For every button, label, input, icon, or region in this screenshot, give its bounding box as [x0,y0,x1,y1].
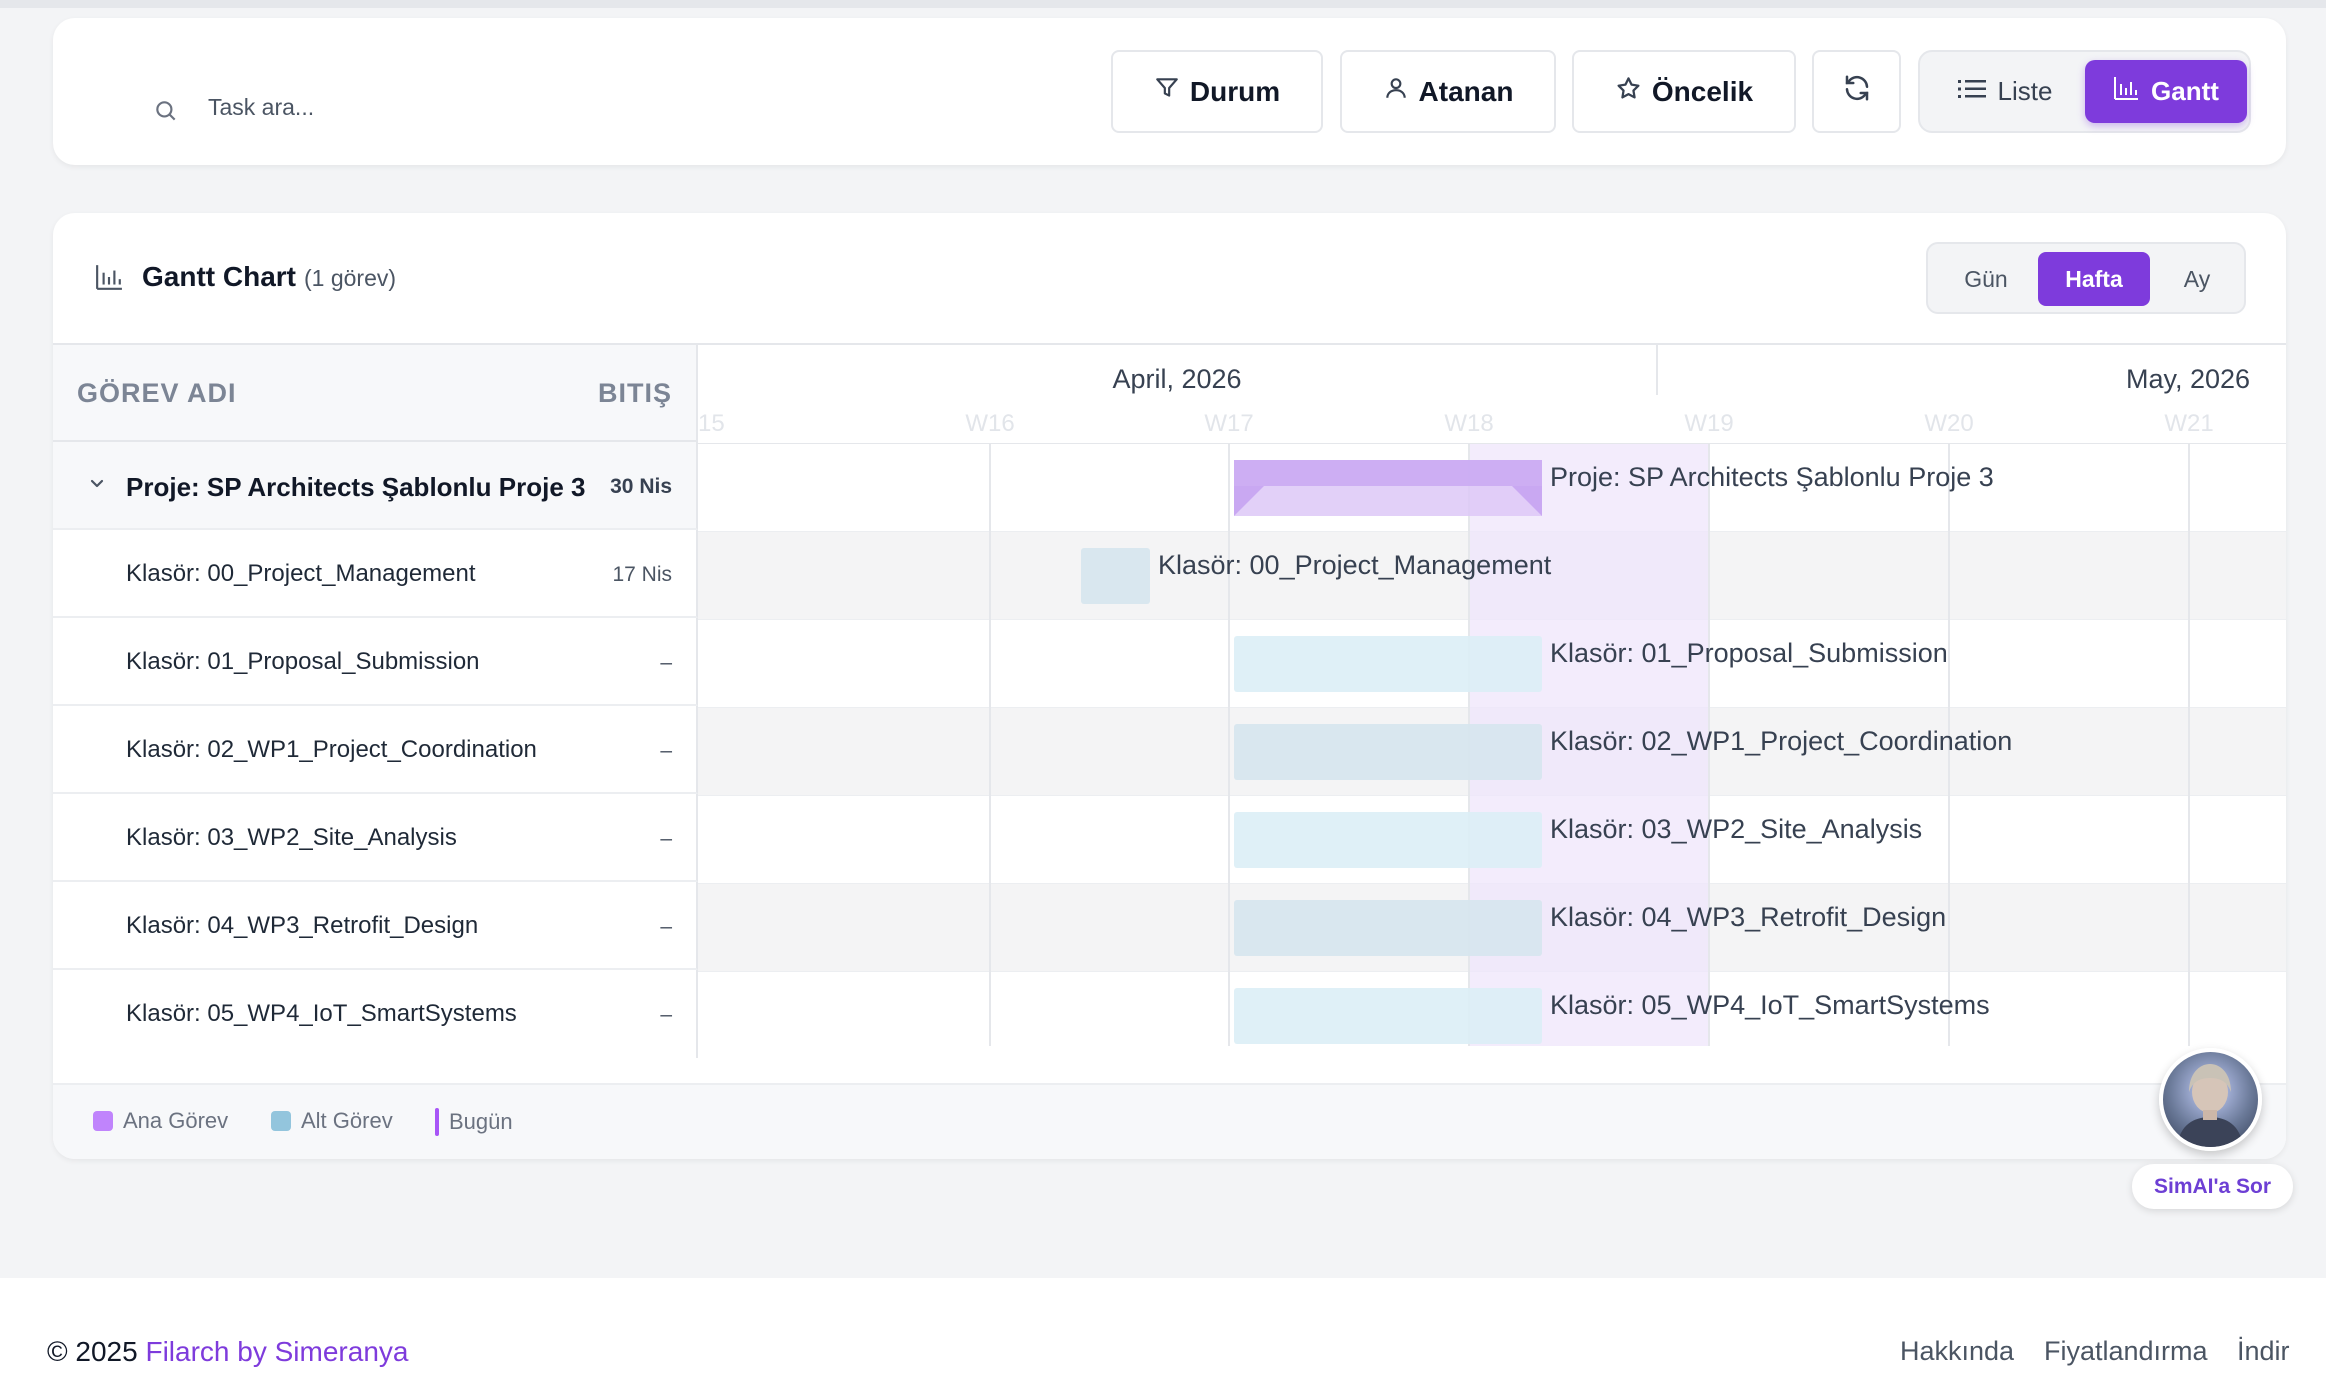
scale-week-button[interactable]: Hafta [2038,252,2150,306]
gantt-bar[interactable] [1234,636,1542,692]
brand-link[interactable]: Filarch by Simeranya [145,1336,408,1367]
list-view-label: Liste [1997,76,2053,106]
task-end-date: – [660,915,672,938]
task-row[interactable]: Klasör: 00_Project_Management 17 Nis [53,530,698,618]
status-filter-button[interactable]: Durum [1111,50,1323,133]
task-row[interactable]: Klasör: 01_Proposal_Submission – [53,618,698,706]
priority-filter-label: Öncelik [1651,75,1754,107]
ask-assistant-button[interactable]: SimAI'a Sor [2132,1164,2293,1209]
chevron-down-icon[interactable] [87,474,107,499]
task-row[interactable]: Klasör: 04_WP3_Retrofit_Design – [53,882,698,970]
week-label: W17 [1204,410,1253,437]
gantt-bar[interactable] [1234,812,1542,868]
task-list: Proje: SP Architects Şablonlu Proje 3 30… [53,442,698,1058]
chart-icon [95,263,123,296]
legend-swatch-sub [271,1111,291,1131]
time-scale-toggle: Gün Hafta Ay [1926,242,2246,314]
gantt-view-button[interactable]: Gantt [2085,60,2247,123]
gantt-legend: Ana Görev Alt Görev Bugün [53,1083,2286,1159]
avatar-portrait [2177,1064,2243,1147]
task-row[interactable]: Klasör: 02_WP1_Project_Coordination – [53,706,698,794]
filter-toolbar: Task ara... Durum Atanan Öncelik Liste G… [53,18,2286,165]
gantt-bar-label: Klasör: 03_WP2_Site_Analysis [1550,814,1922,844]
gantt-bar-label: Klasör: 01_Proposal_Submission [1550,638,1948,668]
scale-day-button[interactable]: Gün [1938,252,2034,306]
task-end-date: 30 Nis [610,475,672,498]
week-label: W20 [1924,410,1973,437]
top-strip [0,0,2326,8]
week-label: W21 [2164,410,2213,437]
task-end-date: – [660,739,672,762]
task-row-parent[interactable]: Proje: SP Architects Şablonlu Proje 3 30… [53,442,698,530]
task-end-date: – [660,651,672,674]
user-icon [1383,75,1409,108]
gantt-bar[interactable] [1234,724,1542,780]
gantt-bar[interactable] [1234,900,1542,956]
filter-icon [1154,75,1180,108]
week-label: W16 [965,410,1014,437]
legend-today-label: Bugün [449,1109,513,1134]
status-filter-label: Durum [1189,75,1281,107]
task-name: Proje: SP Architects Şablonlu Proje 3 [126,472,586,502]
task-name: Klasör: 05_WP4_IoT_SmartSystems [126,1000,517,1027]
refresh-button[interactable] [1812,50,1901,133]
week-label: W18 [1444,410,1493,437]
legend-swatch-main [93,1111,113,1131]
chart-icon [2113,76,2139,107]
task-column-header: GÖREV ADI BITIŞ [53,343,698,442]
task-end-date: – [660,827,672,850]
footer-link-pricing[interactable]: Fiyatlandırma [2044,1336,2208,1367]
footer-link-about[interactable]: Hakkında [1900,1336,2014,1367]
legend-main-task: Ana Görev [93,1108,228,1134]
gantt-bar-label: Klasör: 05_WP4_IoT_SmartSystems [1550,990,1990,1020]
task-name: Klasör: 02_WP1_Project_Coordination [126,736,537,763]
week-label: W19 [1684,410,1733,437]
gantt-bar-label: Klasör: 02_WP1_Project_Coordination [1550,726,2012,756]
week-label: 15 [698,410,725,437]
priority-filter-button[interactable]: Öncelik [1572,50,1796,133]
refresh-icon [1842,73,1872,110]
list-view-button[interactable]: Liste [1930,60,2080,123]
gantt-bar-label: Klasör: 00_Project_Management [1158,550,1552,580]
gantt-view-label: Gantt [2151,76,2219,106]
task-end-date: – [660,1003,672,1026]
copyright-text: © 2025 [47,1336,138,1367]
gantt-bar-parent-top [1234,460,1542,486]
task-row[interactable]: Klasör: 03_WP2_Site_Analysis – [53,794,698,882]
task-row[interactable]: Klasör: 05_WP4_IoT_SmartSystems – [53,970,698,1058]
view-toggle: Liste Gantt [1918,50,2251,133]
month-label: May, 2026 [2126,364,2250,394]
gantt-bar-label: Proje: SP Architects Şablonlu Proje 3 [1550,462,1994,492]
legend-sub-task: Alt Görev [271,1108,393,1134]
search-icon [153,98,179,129]
month-label: April, 2026 [1112,364,1241,394]
assistant-avatar[interactable] [2159,1048,2262,1151]
gantt-bar[interactable] [1081,548,1150,604]
gantt-timeline[interactable]: April, 2026 May, 2026 15 W16 W17 W18 W19 W20 W… [698,343,2286,1046]
assignee-filter-label: Atanan [1418,75,1514,107]
gantt-card: Gantt Chart (1 görev) Gün Hafta Ay GÖREV… [53,213,2286,1159]
star-icon [1615,75,1642,109]
legend-main-label: Ana Görev [123,1108,229,1133]
gantt-bar-label: Klasör: 04_WP3_Retrofit_Design [1550,902,1946,932]
legend-today: Bugün [435,1108,513,1136]
task-name: Klasör: 01_Proposal_Submission [126,648,480,675]
search-input[interactable]: Task ara... [208,94,314,121]
task-count: (1 görev) [304,265,397,291]
task-name: Klasör: 00_Project_Management [126,560,476,587]
legend-today-marker [435,1108,439,1136]
task-end-date: 17 Nis [612,563,672,586]
footer-link-download[interactable]: İndir [2237,1336,2290,1367]
gantt-bar[interactable] [1234,988,1542,1044]
footer-copyright: © 2025 Filarch by Simeranya [47,1336,408,1368]
gantt-title: Gantt Chart [142,261,296,292]
task-name: Klasör: 03_WP2_Site_Analysis [126,824,457,851]
task-name: Klasör: 04_WP3_Retrofit_Design [126,912,479,939]
list-icon [1957,76,1986,107]
legend-sub-label: Alt Görev [301,1108,393,1133]
assignee-filter-button[interactable]: Atanan [1340,50,1556,133]
scale-month-button[interactable]: Ay [2154,252,2240,306]
task-name-header[interactable]: GÖREV ADI [77,378,237,409]
end-date-header[interactable]: BITIŞ [598,378,672,409]
